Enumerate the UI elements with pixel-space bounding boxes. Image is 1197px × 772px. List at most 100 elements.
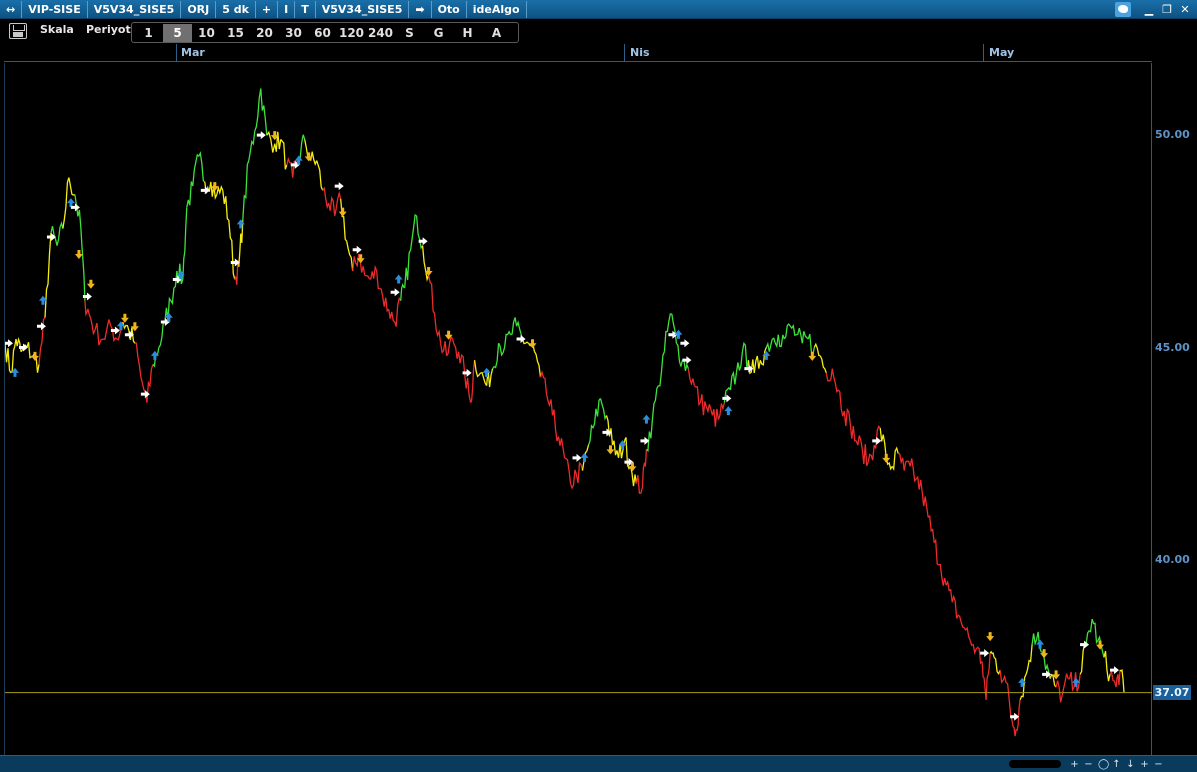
price-segment (1031, 631, 1039, 646)
price-segment (44, 232, 52, 318)
price-segment (1115, 670, 1121, 688)
price-segment (56, 221, 64, 246)
signal-sell-icon (120, 313, 129, 323)
price-segment (611, 440, 620, 458)
signal-buy-icon (580, 452, 589, 462)
price-segment (1068, 671, 1075, 692)
indicator-button[interactable]: I (278, 1, 296, 18)
price-segment (463, 372, 472, 403)
price-segment (228, 220, 236, 280)
arrow-up-icon[interactable]: ↑ (1112, 759, 1121, 770)
price-segment (533, 351, 542, 378)
period-tab[interactable]: 5 dk (216, 1, 256, 18)
period-option-10[interactable]: 10 (192, 24, 221, 42)
price-segment (433, 313, 442, 344)
date-label-may: May (989, 46, 1015, 59)
last-price-badge: 37.07 (1153, 685, 1191, 701)
price-segment (915, 475, 923, 492)
price-segment (729, 370, 738, 390)
price-segment (1005, 682, 1013, 722)
signal-sell-icon (882, 453, 891, 463)
auto-button[interactable]: Oto (432, 1, 467, 18)
price-segment (989, 650, 995, 658)
zoom-out-icon[interactable]: − (1084, 759, 1093, 770)
price-segment (1109, 670, 1117, 688)
orj-tab[interactable]: ORJ (181, 1, 217, 18)
date-tick (624, 44, 625, 62)
period-option-60[interactable]: 60 (308, 24, 337, 42)
price-axis[interactable]: 50.00 45.00 40.00 (1153, 44, 1197, 755)
price-segment (879, 428, 887, 458)
period-option-g[interactable]: G (424, 24, 453, 42)
price-segment (182, 207, 188, 280)
signal-sell-icon (986, 632, 995, 642)
period-option-15[interactable]: 15 (221, 24, 250, 42)
arrow-down-icon[interactable]: ↓ (1126, 759, 1135, 770)
signal-buy-icon (394, 274, 403, 284)
price-segment (382, 296, 390, 313)
signal-buy-icon (642, 414, 651, 424)
system-name-tab[interactable]: V5V34_SISE5 (88, 1, 182, 18)
price-segment (753, 355, 761, 373)
price-segment (945, 580, 953, 603)
restore-icon[interactable]: ❐ (1159, 2, 1175, 18)
period-button[interactable]: Periyot (86, 23, 131, 36)
signal-exit-icon (3, 339, 13, 348)
price-segment (843, 407, 851, 426)
idealgo-button[interactable]: ideAlgo (467, 1, 527, 18)
period-option-a[interactable]: A (482, 24, 511, 42)
minimize-icon[interactable]: ▁ (1141, 2, 1157, 18)
close-icon[interactable]: ✕ (1177, 2, 1193, 18)
save-icon[interactable] (9, 23, 27, 39)
price-segment (254, 88, 262, 132)
price-segment (645, 419, 654, 453)
zoom-reset-icon[interactable]: ◯ (1098, 759, 1109, 770)
price-segment (813, 342, 821, 357)
signal-exit-icon (980, 649, 990, 658)
period-option-20[interactable]: 20 (250, 24, 279, 42)
status-bar: + − ◯ ↑ ↓ + − (0, 755, 1197, 772)
price-segment (102, 319, 112, 341)
price-segment (861, 444, 869, 467)
period-option-s[interactable]: S (395, 24, 424, 42)
period-option-h[interactable]: H (453, 24, 482, 42)
price-segment (4, 343, 12, 374)
arrow-right-icon[interactable]: ➡ (409, 1, 432, 18)
price-label: 45.00 (1155, 341, 1190, 354)
date-tick (176, 44, 177, 62)
price-segment (439, 341, 448, 356)
horizontal-scroll-thumb[interactable] (1009, 760, 1061, 768)
add-button[interactable]: + (256, 1, 279, 18)
period-option-240[interactable]: 240 (366, 24, 395, 42)
scale-button[interactable]: Skala (40, 23, 74, 36)
period-option-5[interactable]: 5 (163, 23, 192, 42)
system-tab[interactable]: V5V34_SISE5 (316, 1, 410, 18)
price-segment (999, 670, 1007, 684)
period-option-1[interactable]: 1 (134, 24, 163, 42)
period-option-120[interactable]: 120 (337, 24, 366, 42)
price-segment (415, 215, 424, 250)
price-segment (400, 283, 406, 301)
arrow-left-right-icon[interactable]: ↔ (0, 1, 23, 18)
price-segment (88, 313, 96, 336)
signal-sell-icon (338, 207, 347, 217)
price-segment (457, 351, 466, 373)
price-segment (735, 351, 744, 373)
period-option-30[interactable]: 30 (279, 24, 308, 42)
symbol-tab[interactable]: VIP-SISE (22, 1, 88, 18)
price-segment (316, 160, 324, 191)
expand-icon[interactable]: + (1140, 759, 1149, 770)
signal-exit-icon (390, 288, 400, 297)
price-plot[interactable] (3, 63, 1152, 755)
price-segment (280, 139, 288, 170)
price-segment (796, 327, 803, 344)
price-segment (849, 423, 857, 442)
zoom-in-icon[interactable]: + (1070, 759, 1079, 770)
price-segment (783, 323, 791, 340)
twitter-icon[interactable] (1115, 2, 1131, 17)
price-segment (510, 317, 518, 336)
collapse-icon[interactable]: − (1154, 759, 1163, 770)
price-segment (186, 181, 194, 208)
price-segment (1055, 680, 1063, 703)
template-button[interactable]: T (295, 1, 316, 18)
